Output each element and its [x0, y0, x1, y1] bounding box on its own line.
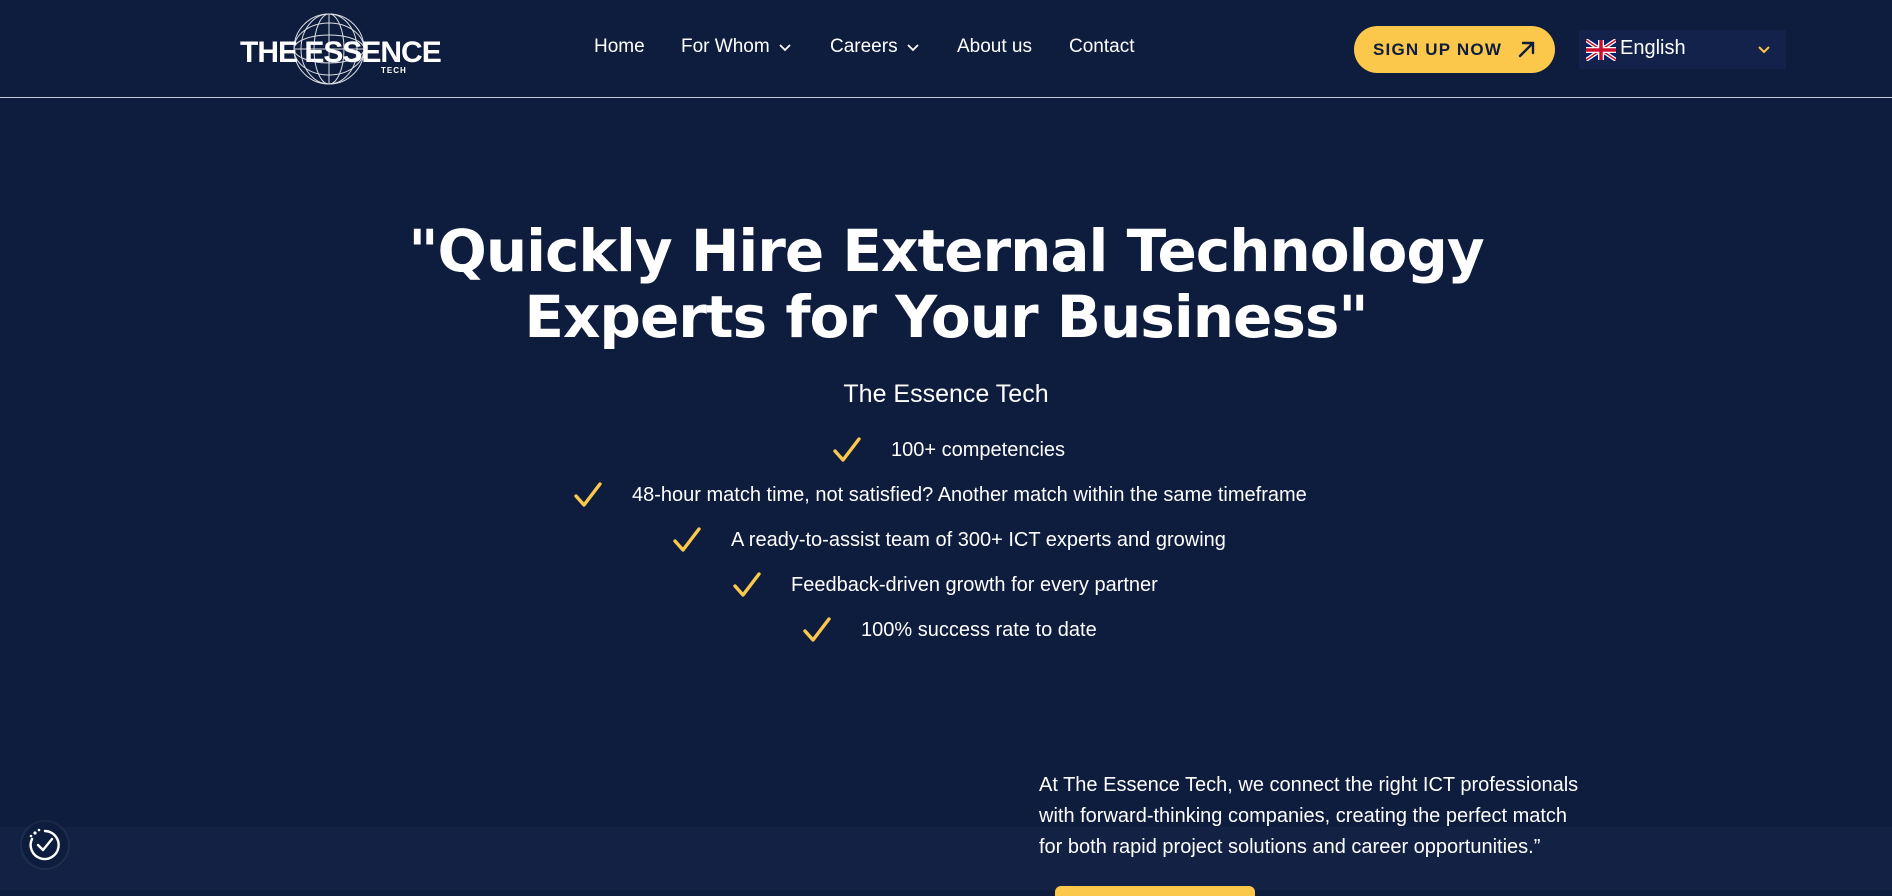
checkmark-icon — [733, 572, 761, 597]
about-quote-line-1: At The Essence Tech, we connect the righ… — [1039, 774, 1579, 796]
chevron-down-icon — [906, 44, 919, 52]
checkmark-icon — [673, 527, 701, 552]
accessibility-button[interactable] — [22, 822, 68, 868]
language-selector[interactable]: English — [1579, 30, 1786, 69]
nav-item-label: Careers — [830, 36, 898, 57]
checkmark-icon — [833, 437, 861, 462]
about-quote: At The Essence Tech, we connect the righ… — [1039, 770, 1599, 863]
about-quote-line-3: for both rapid project solutions and car… — [1039, 836, 1541, 858]
nav-item-contact[interactable]: Contact — [1069, 36, 1134, 58]
nav-item-about-us[interactable]: About us — [957, 36, 1032, 58]
nav-item-for-whom[interactable]: For Whom — [681, 36, 792, 58]
nav-item-label: Home — [594, 36, 645, 57]
hero-title: "Quickly Hire External Technology Expert… — [300, 218, 1592, 350]
signup-label: SIGN UP NOW — [1373, 39, 1503, 59]
hero-title-line-2: Experts for Your Business" — [524, 283, 1368, 351]
checkmark-icon — [803, 617, 831, 642]
brand-logo[interactable]: THE ESSENCE TECH — [240, 10, 442, 88]
hero-title-line-1: "Quickly Hire External Technology — [408, 217, 1484, 285]
hero-subtitle: The Essence Tech — [843, 380, 1049, 408]
nav-item-home[interactable]: Home — [594, 36, 645, 58]
nav-item-label: For Whom — [681, 36, 770, 57]
brand-sub: TECH — [381, 66, 407, 75]
nav-item-careers[interactable]: Careers — [830, 36, 920, 58]
brand-name: THE ESSENCE — [240, 36, 442, 69]
uk-flag-icon — [1586, 39, 1616, 61]
about-quote-line-2: with forward-thinking companies, creatin… — [1039, 805, 1568, 827]
feature-text: Feedback-driven growth for every partner — [791, 574, 1158, 596]
nav-item-label: Contact — [1069, 36, 1135, 57]
lower-section-band — [0, 827, 1892, 890]
feature-text: 48-hour match time, not satisfied? Anoth… — [632, 484, 1307, 506]
checkmark-icon — [574, 482, 602, 507]
chevron-down-icon — [779, 44, 791, 52]
arrow-up-right-icon — [1518, 41, 1535, 58]
chevron-down-icon — [1758, 46, 1770, 54]
feature-text: A ready-to-assist team of 300+ ICT exper… — [731, 529, 1226, 551]
site-header: THE ESSENCE TECH Home For Whom Careers A… — [0, 0, 1892, 98]
about-cta-button[interactable] — [1055, 886, 1255, 896]
accessibility-icon — [29, 828, 60, 861]
feature-text: 100+ competencies — [891, 439, 1066, 461]
language-label: English — [1620, 37, 1686, 59]
nav-item-label: About us — [957, 36, 1032, 57]
feature-text: 100% success rate to date — [861, 619, 1097, 641]
signup-button[interactable]: SIGN UP NOW — [1354, 26, 1555, 73]
